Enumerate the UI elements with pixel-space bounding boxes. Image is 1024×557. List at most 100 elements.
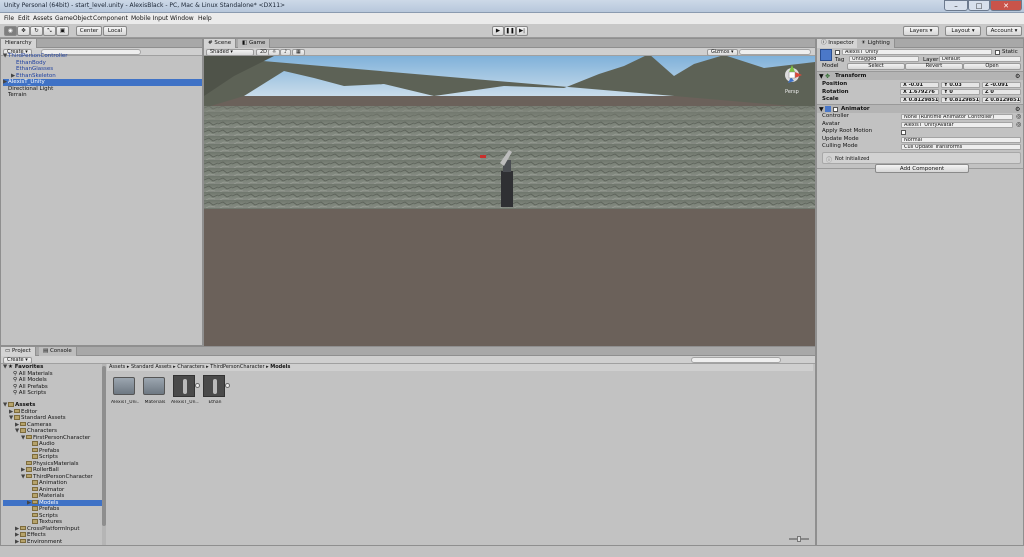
- root-motion-checkbox[interactable]: [901, 129, 906, 135]
- step-button[interactable]: ▶|: [516, 26, 528, 36]
- project-create-button[interactable]: Create ▾: [3, 356, 32, 364]
- add-component-button[interactable]: Add Component: [875, 164, 969, 173]
- breadcrumb-item[interactable]: Assets: [109, 364, 125, 370]
- position-z-field[interactable]: Z -0.091: [982, 81, 1021, 88]
- shading-dropdown[interactable]: Shaded ▾: [206, 48, 254, 56]
- controller-value: None (Runtime Animator Controller): [904, 114, 995, 120]
- bulb-icon: ☀: [861, 40, 866, 46]
- lighting-toggle[interactable]: ☼: [268, 48, 281, 56]
- tab-inspector[interactable]: ⓘ Inspector: [817, 39, 859, 48]
- controller-field[interactable]: None (Runtime Animator Controller): [901, 114, 1013, 120]
- layers-dropdown[interactable]: Layers ▾: [903, 26, 939, 36]
- menu-gameobject[interactable]: GameObject: [55, 13, 92, 24]
- folder-icon: [26, 473, 32, 478]
- minimize-button[interactable]: –: [944, 0, 968, 11]
- scene-search-input[interactable]: [739, 49, 811, 55]
- animator-settings-icon[interactable]: ⚙: [1015, 106, 1020, 113]
- pivot-center-toggle[interactable]: Center: [76, 26, 102, 36]
- transform-header[interactable]: ▼ ✥ Transform ⚙: [817, 71, 1023, 80]
- gizmos-dropdown[interactable]: Gizmos ▾: [707, 48, 738, 56]
- static-checkbox[interactable]: [995, 50, 1000, 55]
- tab-lighting[interactable]: ☀ Lighting: [857, 39, 895, 48]
- project-search-input[interactable]: [691, 357, 781, 363]
- maximize-button[interactable]: □: [968, 0, 990, 11]
- move-tool-button[interactable]: ✥: [17, 26, 30, 36]
- scale-tool-button[interactable]: ⤡: [43, 26, 56, 36]
- menu-help[interactable]: Help: [198, 13, 212, 24]
- play-button[interactable]: ▶: [492, 26, 504, 36]
- tab-hierarchy[interactable]: Hierarchy: [1, 39, 37, 48]
- expand-prefab-icon[interactable]: [225, 383, 230, 388]
- asset-tile[interactable]: AlexisT_Uni...: [111, 375, 139, 415]
- update-mode-dropdown[interactable]: Normal: [901, 136, 1021, 143]
- pause-button[interactable]: ❚❚: [504, 26, 516, 36]
- tab-console[interactable]: ▤ Console: [39, 347, 77, 356]
- layer-dropdown[interactable]: Default: [939, 56, 1021, 62]
- rect-tool-button[interactable]: ▣: [56, 26, 69, 36]
- tree-scrollbar[interactable]: [102, 364, 106, 545]
- favorite-item[interactable]: ⚲ All Scripts: [3, 390, 102, 397]
- layer-label: Layer: [923, 56, 939, 63]
- hierarchy-item-label: Directional Light: [8, 85, 54, 92]
- object-name-field[interactable]: AlexisT_Unity: [842, 49, 992, 55]
- hierarchy-item[interactable]: Terrain: [3, 92, 202, 99]
- position-y-field[interactable]: Y 0.03: [941, 81, 980, 88]
- hand-tool-button[interactable]: ◉: [4, 26, 17, 36]
- culling-mode-dropdown[interactable]: Cull Update Transforms: [901, 144, 1021, 150]
- tag-dropdown[interactable]: Untagged: [849, 56, 919, 62]
- tag-label: Tag: [835, 56, 845, 63]
- menu-assets[interactable]: Assets: [33, 13, 53, 24]
- select-button[interactable]: Select: [847, 63, 905, 70]
- audio-toggle[interactable]: ♪: [280, 48, 292, 56]
- avatar-field[interactable]: AlexisT_UnityAvatar: [901, 121, 1013, 128]
- breadcrumb-item[interactable]: ThirdPersonCharacter: [210, 364, 264, 370]
- rotation-z-field[interactable]: Z 0: [982, 89, 1021, 95]
- rotation-y-field[interactable]: Y 0: [941, 89, 980, 95]
- folder-icon: [26, 467, 32, 472]
- target-icon[interactable]: ◎: [1016, 113, 1021, 120]
- account-label: Account: [990, 28, 1013, 34]
- layout-label: Layout: [951, 28, 971, 34]
- tree-scroll-thumb[interactable]: [102, 366, 106, 526]
- scene-viewport[interactable]: Persp: [204, 56, 815, 347]
- revert-button[interactable]: Revert: [905, 63, 963, 70]
- slider-thumb[interactable]: [797, 536, 801, 542]
- breadcrumb-item[interactable]: Characters: [177, 364, 204, 370]
- animator-enabled-checkbox[interactable]: [833, 107, 838, 112]
- pivot-space-toggle[interactable]: Local: [103, 26, 127, 36]
- rotate-tool-button[interactable]: ↻: [30, 26, 43, 36]
- scale-x-field[interactable]: X 0.8129851: [900, 96, 939, 103]
- animator-header[interactable]: ▼ Animator ⚙: [817, 104, 1023, 113]
- folder-icon: [143, 377, 165, 395]
- tab-scene[interactable]: # Scene: [204, 39, 237, 48]
- close-button[interactable]: ✕: [990, 0, 1022, 11]
- scene-icon: #: [208, 40, 213, 46]
- asset-tile[interactable]: Ethan: [201, 375, 230, 415]
- effects-toggle[interactable]: ▦: [292, 48, 305, 56]
- menu-edit[interactable]: Edit: [18, 13, 30, 24]
- transform-settings-icon[interactable]: ⚙: [1015, 73, 1020, 80]
- asset-tile[interactable]: AlexisT_Un...: [171, 375, 200, 415]
- position-x-field[interactable]: X -0.01: [900, 81, 939, 88]
- target-icon[interactable]: ◎: [1016, 121, 1021, 128]
- account-dropdown[interactable]: Account ▾: [986, 26, 1022, 36]
- asset-tile[interactable]: Materials: [141, 375, 169, 415]
- icon-size-slider[interactable]: [789, 536, 809, 542]
- active-checkbox[interactable]: [835, 50, 840, 55]
- expand-prefab-icon[interactable]: [195, 383, 200, 388]
- menu-window[interactable]: Window: [170, 13, 194, 24]
- rotation-x-field[interactable]: X 1.679276: [900, 89, 939, 95]
- tab-project[interactable]: ▭ Project: [1, 347, 36, 356]
- menu-component[interactable]: Component: [93, 13, 128, 24]
- open-button[interactable]: Open: [963, 63, 1021, 70]
- scale-y-field[interactable]: Y 0.8129851: [941, 96, 980, 103]
- breadcrumb-item[interactable]: Standard Assets: [131, 364, 172, 370]
- scale-z-field[interactable]: Z 0.8129851: [982, 96, 1021, 103]
- favorite-label: All Prefabs: [18, 383, 48, 390]
- breadcrumb-item[interactable]: Models: [270, 364, 290, 370]
- tab-game[interactable]: ◧ Game: [238, 39, 271, 48]
- transform-title: Transform: [835, 73, 867, 79]
- layout-dropdown[interactable]: Layout ▾: [945, 26, 981, 36]
- menu-file[interactable]: File: [4, 13, 14, 24]
- menu-mobile-input[interactable]: Mobile Input: [131, 13, 168, 24]
